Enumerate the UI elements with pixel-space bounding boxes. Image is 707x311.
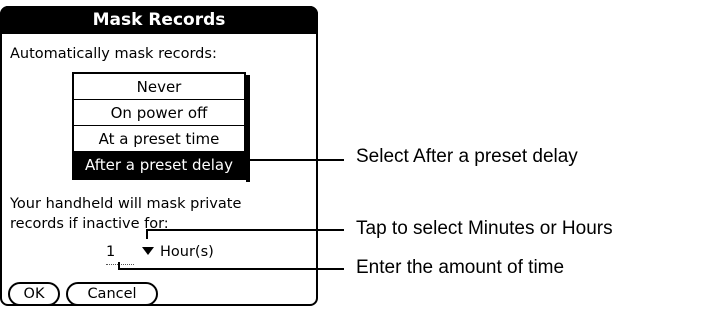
option-at-preset-time[interactable]: At a preset time <box>74 126 244 152</box>
callout-enter-amount: Enter the amount of time <box>356 257 565 278</box>
info-text-line1: Your handheld will mask private <box>10 196 242 212</box>
auto-mask-prompt: Automatically mask records: <box>10 46 217 62</box>
mask-options-list: Never On power off At a preset time Afte… <box>72 72 246 180</box>
cancel-button[interactable]: Cancel <box>66 282 158 306</box>
callout-select-delay: Select After a preset delay <box>356 146 578 167</box>
option-on-power-off[interactable]: On power off <box>74 100 244 126</box>
option-never[interactable]: Never <box>74 74 244 100</box>
callout-line-tap-units <box>146 229 344 231</box>
callout-tap-units: Tap to select Minutes or Hours <box>356 218 613 239</box>
amount-field[interactable]: 1 <box>106 242 138 264</box>
ok-button[interactable]: OK <box>8 282 60 306</box>
unit-picker[interactable]: Hour(s) <box>142 242 214 264</box>
list-shadow <box>246 75 250 182</box>
mask-records-dialog: Mask Records Automatically mask records:… <box>0 6 318 306</box>
callout-line-select-delay <box>248 159 344 161</box>
amount-field-underline <box>106 264 134 265</box>
option-after-preset-delay[interactable]: After a preset delay <box>74 152 244 178</box>
callout-line-enter-amount <box>118 268 344 270</box>
down-triangle-icon <box>142 247 154 255</box>
info-text-line2: records if inactive for: <box>10 216 169 232</box>
dialog-title: Mask Records <box>0 6 318 34</box>
callout-line-tap-units-drop <box>146 229 148 239</box>
unit-picker-value: Hour(s) <box>160 244 214 260</box>
callout-line-enter-amount-drop <box>118 262 120 270</box>
